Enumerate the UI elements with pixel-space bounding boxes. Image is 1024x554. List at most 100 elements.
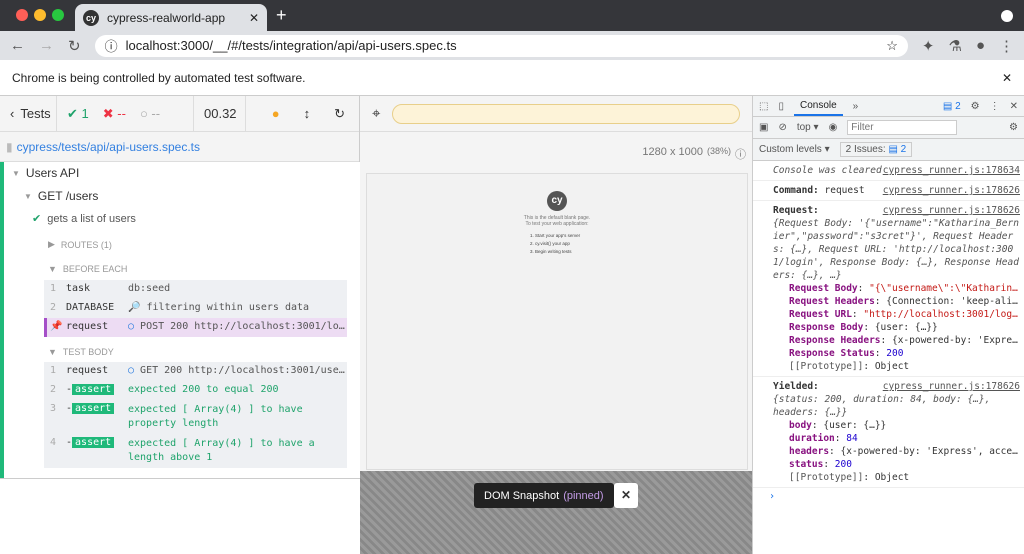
more-tabs-icon[interactable]: » [853, 101, 859, 112]
close-tab-icon[interactable]: ✕ [249, 11, 259, 25]
address-bar[interactable]: ⓘ localhost:3000/__/#/tests/integration/a… [94, 34, 908, 57]
test-body-hook[interactable]: ▼ TEST BODY [48, 347, 114, 357]
object-property[interactable]: headers: {x-powered-by: 'Express', acce… [789, 445, 1020, 458]
rerun-icon[interactable]: ↻ [334, 106, 345, 122]
object-property[interactable]: duration: 84 [789, 432, 1020, 445]
spec-path[interactable]: ▮ cypress/tests/api/api-users.spec.ts [0, 132, 359, 162]
command-row[interactable]: 1 task db:seed [44, 280, 347, 299]
cmd-name: task [66, 283, 91, 294]
console-output: cypress_runner.js:178634 Console was clea… [753, 161, 1024, 505]
cmd-message: POST 200 http://localhost:3001/login [140, 321, 347, 332]
suite-title: Users API [25, 166, 80, 180]
property-key: [[Prototype]] [789, 472, 864, 483]
object-property[interactable]: Response Body: {user: {…}} [789, 321, 1020, 334]
assert-row[interactable]: 3- assert expected [ Array(4) ] to have pr… [44, 400, 347, 434]
source-link[interactable]: cypress_runner.js:178626 [883, 380, 1020, 393]
forward-icon[interactable]: → [39, 37, 54, 54]
aut-url-bar[interactable] [392, 103, 740, 124]
suite-users-api[interactable]: ▼ Users API [12, 166, 79, 180]
object-property[interactable]: Request URL: "http://localhost:3001/log… [789, 308, 1020, 321]
message-text: request [824, 185, 865, 196]
property-value: "{\"username\":\"Katharin… [869, 283, 1018, 294]
menu-icon[interactable]: ⋮ [999, 37, 1014, 55]
assert-row[interactable]: 2- assert expected 200 to equal 200 [44, 381, 347, 400]
back-icon[interactable]: ← [10, 37, 25, 54]
object-property[interactable]: body: {user: {…}} [789, 419, 1020, 432]
console-message: cypress_runner.js:178626 Request: {Reques… [753, 201, 1024, 377]
pinned-command-row[interactable]: 📌 request ○ POST 200 http://localhost:3001… [44, 318, 347, 337]
pending-circle-icon: ○ [128, 365, 141, 376]
source-link[interactable]: cypress_runner.js:178634 [883, 164, 1020, 177]
bookmark-star-icon[interactable]: ☆ [886, 38, 898, 54]
device-toggle-icon[interactable]: ▯ [778, 101, 784, 112]
reload-icon[interactable]: ↻ [68, 37, 81, 55]
property-value: 200 [834, 459, 852, 470]
clear-console-icon[interactable]: ⊘ [778, 122, 786, 133]
log-levels-select[interactable]: Custom levels ▾ [759, 144, 830, 155]
issues-button[interactable]: 2 Issues: ▤ 2 [839, 142, 913, 157]
object-property[interactable]: Request Headers: {Connection: 'keep-ali… [789, 295, 1020, 308]
close-devtools-icon[interactable]: ✕ [1010, 101, 1018, 112]
source-link[interactable]: cypress_runner.js:178626 [883, 204, 1020, 217]
scroll-toggle-icon[interactable]: ↕ [304, 106, 311, 121]
issues-badge[interactable]: ▤ 2 [943, 101, 961, 112]
property-value: {user: {…}} [874, 322, 938, 333]
inspect-icon[interactable]: ⬚ [759, 101, 768, 112]
passed-count: ✔ 1 [67, 105, 89, 121]
tests-button[interactable]: ‹ Tests [0, 95, 57, 132]
test-gets-list[interactable]: ✔ gets a list of users [32, 212, 136, 226]
spec-path-text[interactable]: cypress/tests/api/api-users.spec.ts [17, 140, 200, 154]
settings-icon[interactable]: ⚙ [971, 101, 980, 112]
new-tab-button[interactable]: + [276, 5, 287, 26]
close-infobar-icon[interactable]: ✕ [1002, 71, 1012, 85]
hook-label: TEST BODY [62, 347, 114, 357]
passed-value: 1 [81, 105, 89, 121]
property-key: Response Body [789, 322, 864, 333]
object-summary[interactable]: {Request Body: '{"username":"Katharina_B… [773, 217, 1020, 282]
routes-toggle[interactable]: ▶ ROUTES (1) [48, 239, 112, 250]
selector-playground-icon[interactable]: ⌖ [372, 105, 380, 122]
info-icon[interactable]: ⓘ [105, 36, 118, 55]
aut-iframe[interactable]: cy This is the default blank page. To te… [366, 173, 748, 470]
chevron-left-icon: ‹ [10, 106, 15, 121]
maximize-window-button[interactable] [52, 9, 64, 21]
console-settings-icon[interactable]: ⚙ [1009, 122, 1018, 133]
pin-icon: 📌 [50, 321, 63, 332]
profile-avatar[interactable]: ● [976, 37, 985, 54]
cmd-number: 2 [50, 302, 57, 313]
object-property[interactable]: Request Body: "{\"username\":\"Katharin… [789, 282, 1020, 295]
reporter-stats: ‹ Tests ✔ 1 ✖ -- ○ -- 00.32 ● ↕ ↻ [0, 95, 359, 132]
file-icon: ▮ [6, 139, 13, 154]
context-value: top [796, 122, 811, 133]
eye-icon[interactable]: ◉ [829, 122, 838, 133]
object-property[interactable]: [[Prototype]]: Object [789, 360, 1020, 373]
filter-input[interactable] [847, 120, 958, 135]
suite-get-users[interactable]: ▼ GET /users [24, 189, 98, 203]
lab-icon[interactable]: ⚗ [948, 37, 961, 55]
reporter-panel: ‹ Tests ✔ 1 ✖ -- ○ -- 00.32 ● ↕ ↻ ▮ cypress/… [0, 95, 360, 554]
context-select[interactable]: top ▾ [797, 122, 819, 133]
command-row[interactable]: 1 request ○ GET 200 http://localhost:3001/… [44, 362, 347, 381]
more-icon[interactable]: ⋮ [990, 101, 1000, 112]
viewport-info[interactable]: 1280 x 1000 (38%) ⓘ [642, 146, 746, 162]
object-property[interactable]: Response Headers: {x-powered-by: 'Expre… [789, 334, 1020, 347]
close-window-button[interactable] [16, 9, 28, 21]
object-property[interactable]: Response Status: 200 [789, 347, 1020, 360]
assert-row[interactable]: 4- assert expected [ Array(4) ] to have a … [44, 434, 347, 468]
object-summary[interactable]: {status: 200, duration: 84, body: {…}, h… [773, 393, 1020, 419]
browser-tab[interactable]: cy cypress-realworld-app ✕ [75, 4, 267, 31]
command-row[interactable]: 2 DATABASE 🔎 filtering within users data [44, 299, 347, 318]
extensions-icon[interactable]: ✦ [922, 37, 935, 55]
assert-badge: assert [72, 403, 115, 414]
source-link[interactable]: cypress_runner.js:178626 [883, 184, 1020, 197]
tab-search-icon[interactable] [1001, 10, 1013, 22]
minimize-window-button[interactable] [34, 9, 46, 21]
url-text[interactable]: localhost:3000/__/#/tests/integration/ap… [126, 38, 879, 53]
before-each-hook[interactable]: ▼ BEFORE EACH [48, 264, 127, 274]
unpin-close-button[interactable]: ✕ [614, 483, 638, 508]
console-prompt[interactable]: › [753, 488, 1024, 505]
sidebar-toggle-icon[interactable]: ▣ [759, 122, 768, 133]
object-property[interactable]: status: 200 [789, 458, 1020, 471]
tab-console[interactable]: Console [793, 97, 843, 116]
object-property[interactable]: [[Prototype]]: Object [789, 471, 1020, 484]
